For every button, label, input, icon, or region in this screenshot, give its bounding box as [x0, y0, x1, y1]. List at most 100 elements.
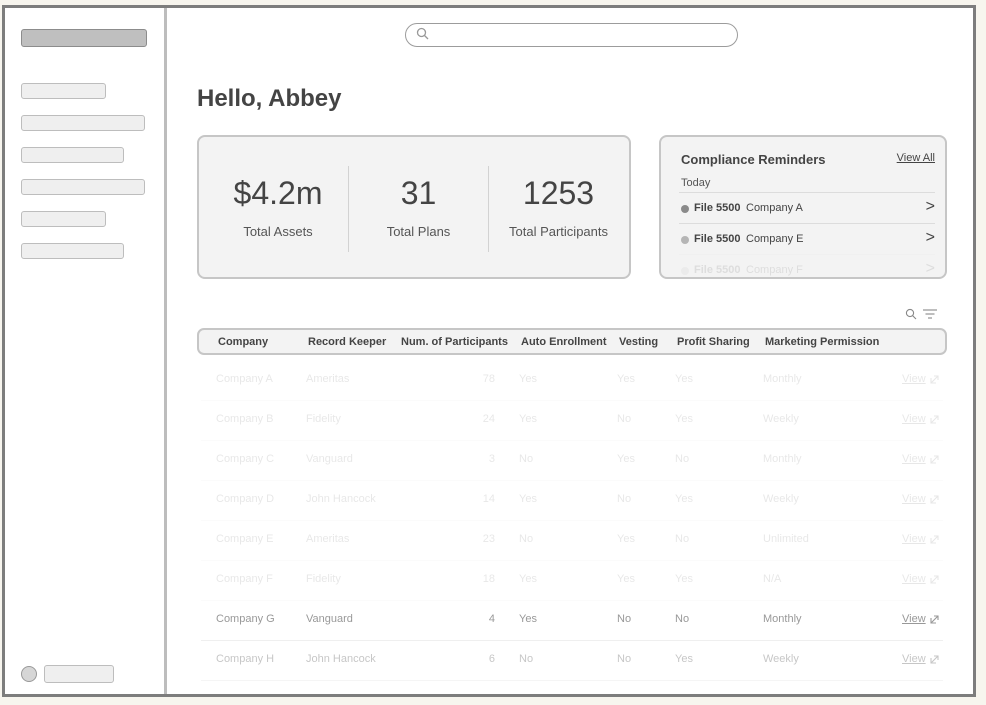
external-link-icon[interactable] [930, 454, 940, 464]
sidebar-item-3[interactable] [21, 147, 124, 163]
status-dot-icon [681, 267, 689, 275]
sidebar-item-6[interactable] [21, 243, 124, 259]
table-row[interactable]: Company B Fidelity 24 Yes No Yes Weekly View [201, 400, 943, 441]
view-link[interactable]: View [902, 373, 926, 385]
table-cell: No [519, 453, 534, 465]
user-name-placeholder[interactable] [44, 665, 114, 683]
stats-card: $4.2m Total Assets 31 Total Plans 1253 T… [197, 135, 631, 279]
table-cell: Yes [617, 573, 635, 585]
external-link-icon[interactable] [930, 614, 940, 624]
reminder-item[interactable]: File 5500 Company E > [679, 223, 935, 255]
view-link[interactable]: View [902, 573, 926, 585]
external-link-icon[interactable] [930, 414, 940, 424]
view-link[interactable]: View [902, 453, 926, 465]
column-header-profit-sharing[interactable]: Profit Sharing [677, 336, 750, 348]
table-cell: 14 [482, 493, 495, 505]
chevron-right-icon[interactable]: > [926, 229, 935, 247]
table-cell: Ameritas [306, 533, 350, 545]
sidebar-item-1[interactable] [21, 83, 106, 99]
user-avatar[interactable] [21, 666, 37, 682]
reminder-item[interactable]: File 5500 Company F > [679, 254, 935, 277]
column-header-auto-enrollment[interactable]: Auto Enrollment [521, 336, 607, 348]
stat-divider [348, 166, 349, 252]
table-cell: Monthly [763, 453, 802, 465]
table-cell: 6 [488, 653, 495, 665]
table-cell: Weekly [763, 493, 799, 505]
table-cell: Company A [216, 373, 273, 385]
search-input[interactable] [405, 23, 738, 47]
table-cell: Yes [675, 653, 693, 665]
sidebar-item-4[interactable] [21, 179, 145, 195]
sidebar-item-5[interactable] [21, 211, 106, 227]
column-header-company[interactable]: Company [218, 336, 268, 348]
view-link[interactable]: View [902, 493, 926, 505]
table-cell: John Hancock [306, 493, 376, 505]
external-link-icon[interactable] [930, 654, 940, 664]
search-icon[interactable] [905, 308, 917, 320]
table-row[interactable]: Company D John Hancock 14 Yes No Yes Weekly Vie… [201, 480, 943, 521]
search-icon [416, 27, 429, 40]
reminder-item[interactable]: File 5500 Company A > [679, 192, 935, 224]
column-header-vesting[interactable]: Vesting [619, 336, 658, 348]
table-cell: Monthly [763, 373, 802, 385]
stat-total-participants: 1253 Total Participants [490, 175, 627, 239]
stat-value: 31 [400, 175, 437, 211]
table-cell: Weekly [763, 413, 799, 425]
view-all-link[interactable]: View All [897, 152, 935, 164]
reminder-company: Company E [746, 233, 804, 245]
stat-value: 1253 [522, 175, 595, 211]
table-cell: No [617, 653, 632, 665]
reminder-task: File 5500 [694, 202, 741, 214]
table-cell: 23 [482, 533, 495, 545]
table-row[interactable]: Company C Vanguard 3 No Yes No Monthly View [201, 440, 943, 481]
view-link[interactable]: View [902, 653, 926, 665]
table-cell: Company E [216, 533, 274, 545]
external-link-icon[interactable] [930, 374, 940, 384]
table-cell: 24 [482, 413, 495, 425]
stat-value: $4.2m [233, 175, 323, 211]
chevron-right-icon[interactable]: > [926, 198, 935, 216]
table-cell: Company D [216, 493, 275, 505]
view-link[interactable]: View [902, 413, 926, 425]
column-header-participants[interactable]: Num. of Participants [401, 336, 508, 348]
stat-label: Total Assets [243, 224, 313, 239]
table-cell: Yes [675, 413, 693, 425]
sidebar-logo-placeholder [21, 29, 147, 47]
table-cell: Monthly [763, 613, 802, 625]
view-link[interactable]: View [902, 533, 926, 545]
table-cell: 18 [482, 573, 495, 585]
table-cell: Yes [675, 373, 693, 385]
column-header-record-keeper[interactable]: Record Keeper [308, 336, 386, 348]
external-link-icon[interactable] [930, 574, 940, 584]
table-row[interactable]: Company A Ameritas 78 Yes Yes Yes Monthly View [201, 360, 943, 401]
table-cell: Yes [519, 573, 537, 585]
table-cell: Yes [519, 413, 537, 425]
stat-divider [488, 166, 489, 252]
table-row[interactable]: Company F Fidelity 18 Yes Yes Yes N/A View [201, 560, 943, 601]
table-header: Company Record Keeper Num. of Participan… [197, 328, 947, 355]
table-cell: Fidelity [306, 573, 341, 585]
filter-icon[interactable] [922, 308, 938, 320]
table-cell: Yes [617, 533, 635, 545]
external-link-icon[interactable] [930, 534, 940, 544]
app-window: Hello, Abbey $4.2m Total Assets 31 Total… [2, 5, 976, 697]
table-cell: 4 [488, 613, 495, 625]
page-greeting: Hello, Abbey [197, 85, 342, 112]
reminder-task: File 5500 [694, 233, 741, 245]
table-row[interactable]: Company E Ameritas 23 No Yes No Unlimited View [201, 520, 943, 561]
external-link-icon[interactable] [930, 494, 940, 504]
stat-label: Total Plans [386, 224, 451, 239]
table-cell: Unlimited [763, 533, 809, 545]
table-cell: Yes [617, 453, 635, 465]
view-link[interactable]: View [902, 613, 926, 625]
sidebar [5, 8, 167, 694]
table-cell: John Hancock [306, 653, 376, 665]
table-row[interactable]: Company G Vanguard 4 Yes No No Monthly View [201, 600, 943, 641]
table-row[interactable]: Company H John Hancock 6 No No Yes Weekly View [201, 640, 943, 681]
table-cell: 3 [488, 453, 495, 465]
column-header-marketing-permission[interactable]: Marketing Permission [765, 336, 879, 348]
reminder-company: Company F [746, 264, 803, 276]
chevron-right-icon[interactable]: > [926, 260, 935, 277]
table-cell: No [519, 653, 534, 665]
sidebar-item-2[interactable] [21, 115, 145, 131]
